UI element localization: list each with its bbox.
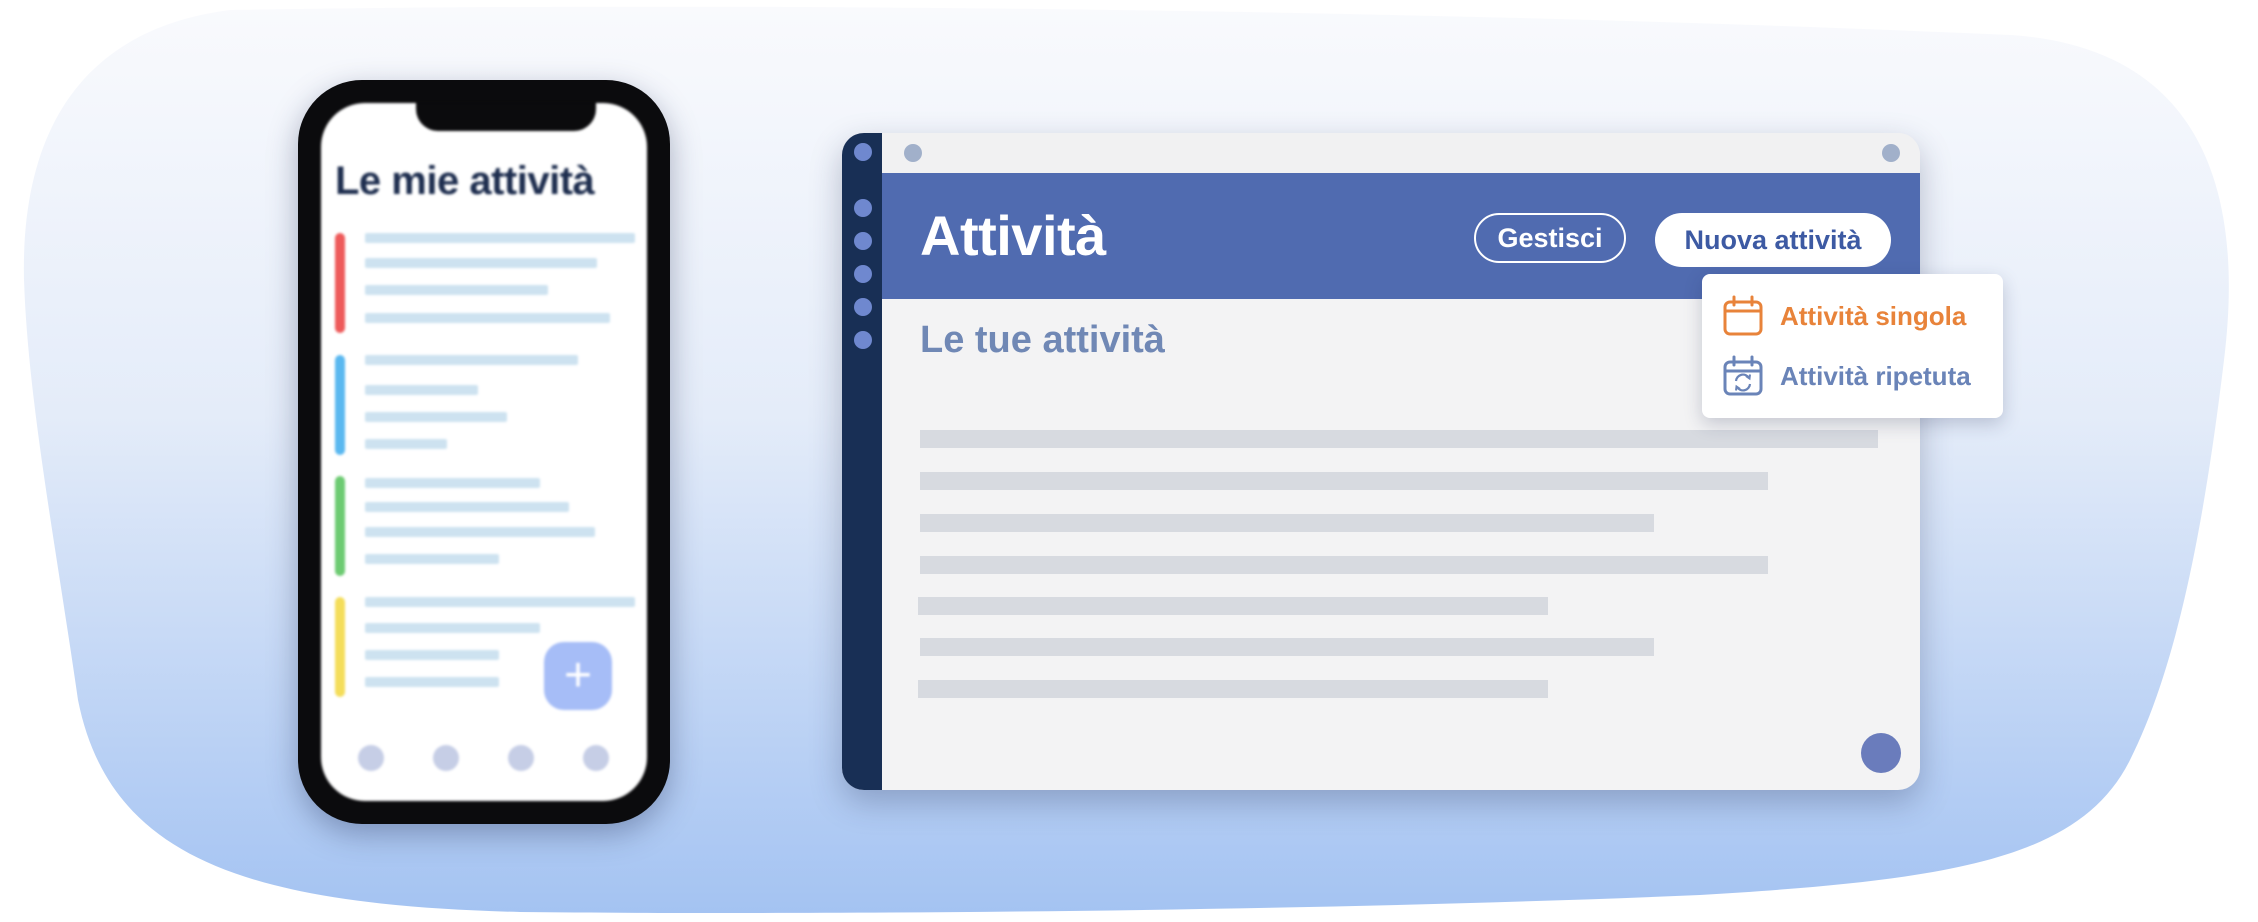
sidebar-item[interactable] [854,232,872,250]
bottom-nav-item[interactable] [433,745,459,771]
task-text-line [365,233,635,243]
new-task-dropdown: Attività singola Attività ripetuta [1702,274,2003,418]
phone-notch [416,103,596,131]
app-window: Attività Gestisci Nuova attività Le tue … [842,133,1920,790]
menu-item-single-task[interactable]: Attività singola [1722,294,1966,338]
add-task-button[interactable]: + [544,642,612,710]
task-text-line [365,650,499,660]
task-text-line [365,554,499,564]
sidebar-item[interactable] [854,298,872,316]
content-placeholder-line [920,472,1768,490]
sidebar [842,133,882,790]
manage-button[interactable]: Gestisci [1474,213,1626,263]
menu-item-recurring-task[interactable]: Attività ripetuta [1722,354,1971,398]
task-text-line [365,527,595,537]
window-control[interactable] [1882,144,1900,162]
task-color-bar [335,355,345,455]
task-color-bar [335,233,345,333]
task-text-line [365,502,569,512]
window-topbar [882,133,1920,173]
phone-screen: Le mie attività + [321,103,647,801]
sidebar-item[interactable] [854,265,872,283]
sidebar-logo[interactable] [854,143,872,161]
task-text-line [365,285,548,295]
content-placeholder-line [920,638,1654,656]
page-title: Attività [920,204,1106,267]
bottom-nav-item[interactable] [358,745,384,771]
content-placeholder-line [918,597,1548,615]
menu-item-label: Attività singola [1780,300,1967,331]
content-placeholder-line [918,680,1548,698]
plus-icon: + [563,649,593,702]
task-color-bar [335,597,345,697]
task-text-line [365,597,635,607]
task-text-line [365,478,540,488]
task-text-line [365,623,540,633]
new-task-button[interactable]: Nuova attività [1655,213,1891,267]
task-text-line [365,385,478,395]
bottom-nav-item[interactable] [583,745,609,771]
help-button[interactable] [1861,733,1901,773]
task-text-line [365,258,597,268]
phone-title: Le mie attività [335,159,595,203]
task-text-line [365,412,507,422]
sidebar-item[interactable] [854,331,872,349]
task-color-bar [335,476,345,576]
window-control[interactable] [904,144,922,162]
bottom-nav-item[interactable] [508,745,534,771]
section-title: Le tue attività [920,319,1165,361]
content-placeholder-line [920,556,1768,574]
content-placeholder-line [920,430,1878,448]
content-placeholder-line [920,514,1654,532]
task-text-line [365,313,610,323]
sidebar-item[interactable] [854,199,872,217]
task-text-line [365,355,578,365]
menu-item-label: Attività ripetuta [1780,360,1971,391]
calendar-repeat-icon [1723,355,1763,396]
calendar-icon [1723,295,1763,336]
task-text-line [365,677,499,687]
task-text-line [365,439,447,449]
phone-mockup: Le mie attività + [298,80,670,824]
